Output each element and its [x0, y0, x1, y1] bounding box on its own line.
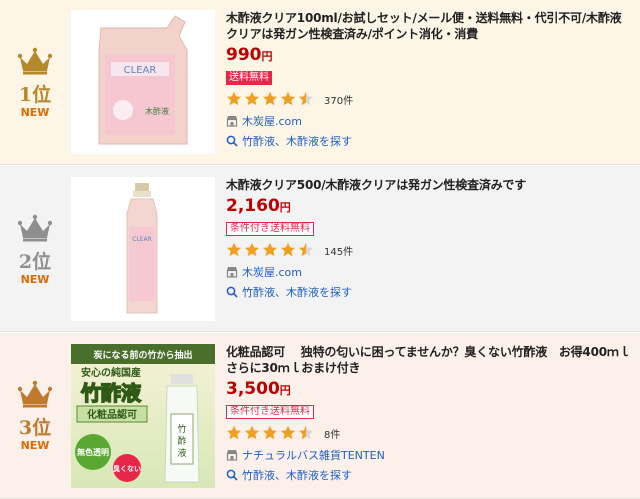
rating-row: 8件 [226, 424, 631, 442]
price-yen: 円 [261, 50, 273, 63]
shipping-badge: 条件付き送料無料 [226, 222, 314, 236]
search-icon [226, 135, 238, 147]
svg-text:竹: 竹 [177, 423, 186, 435]
gold-crown-icon [18, 47, 52, 75]
star-icon [244, 242, 260, 257]
svg-text:液: 液 [177, 447, 186, 459]
rating-row: 145件 [226, 241, 631, 259]
new-badge: NEW [20, 273, 50, 286]
shop-name-link[interactable]: 木炭屋.com [242, 113, 302, 129]
product-price: 990円 [226, 45, 631, 65]
search-icon [226, 286, 238, 298]
search-link[interactable]: 竹酢液、木酢液を探す [242, 467, 352, 483]
ranking-item: 3位 NEW 炭になる前の竹から抽出 安心の純国産 竹酢液 化粧品認可 竹 酢 … [0, 333, 640, 499]
image-text-product: 竹酢液 [80, 381, 142, 405]
star-icon [226, 242, 242, 257]
shop-name-link[interactable]: ナチュラルバス雑貨TENTEN [242, 447, 385, 463]
new-badge: NEW [20, 106, 50, 119]
rank-column: 1位 NEW [0, 0, 70, 164]
image-text-cosmetic: 化粧品認可 [87, 408, 137, 421]
review-count-link[interactable]: 145件 [324, 243, 353, 258]
ranking-list: 1位 NEW CLEAR 木酢液 木酢液クリア100ml/お試しセット/メール便… [0, 0, 640, 499]
ranking-item: 1位 NEW CLEAR 木酢液 木酢液クリア100ml/お試しセット/メール便… [0, 0, 640, 165]
shop-icon [226, 266, 238, 278]
image-text-origin: 安心の純国産 [81, 366, 141, 379]
price-value: 3,500 [226, 379, 280, 399]
rank-label: 1位 [18, 84, 52, 106]
search-link[interactable]: 竹酢液、木酢液を探す [242, 284, 352, 300]
bronze-crown-icon [18, 380, 52, 408]
search-row: 竹酢液、木酢液を探す [226, 284, 631, 299]
silver-crown-icon [18, 214, 52, 242]
rank-label: 3位 [18, 417, 52, 439]
star-icon [298, 91, 314, 106]
search-row: 竹酢液、木酢液を探す [226, 467, 631, 482]
star-icon [244, 91, 260, 106]
product-info: 化粧品認可 独特の匂いに困ってませんか？臭くない竹酢液 お得400ｍｌさらに30… [226, 344, 631, 482]
shop-row: 木炭屋.com [226, 113, 631, 128]
product-price: 3,500円 [226, 379, 631, 399]
rank-column: 3位 NEW [0, 333, 70, 498]
review-count-link[interactable]: 370件 [324, 92, 353, 107]
price-yen: 円 [279, 384, 291, 397]
product-image[interactable]: CLEAR 木酢液 [71, 10, 215, 154]
product-info: 木酢液クリア100ml/お試しセット/メール便・送料無料・代引不可/木酢液クリア… [226, 10, 631, 148]
product-price: 2,160円 [226, 196, 631, 216]
review-count-link[interactable]: 8件 [324, 426, 340, 441]
product-image[interactable]: CLEAR [71, 177, 215, 321]
image-text-clear: 無色透明 [77, 447, 109, 457]
image-text-odorless: 臭くない [113, 464, 141, 473]
shipping-badge: 送料無料 [226, 71, 272, 85]
rank-label: 2位 [18, 251, 52, 273]
star-rating [226, 242, 316, 258]
price-value: 990 [226, 45, 262, 65]
image-label-product: 木酢液 [145, 106, 169, 116]
star-icon [226, 425, 242, 440]
star-icon [262, 91, 278, 106]
rank-column: 2位 NEW [0, 166, 70, 331]
star-icon [262, 242, 278, 257]
product-title[interactable]: 木酢液クリア500/木酢液クリアは発ガン性検査済みです [226, 177, 631, 193]
price-yen: 円 [279, 201, 291, 214]
product-title[interactable]: 木酢液クリア100ml/お試しセット/メール便・送料無料・代引不可/木酢液クリア… [226, 10, 631, 42]
shipping-badge: 条件付き送料無料 [226, 405, 314, 419]
image-label-clear: CLEAR [132, 236, 152, 243]
product-info: 木酢液クリア500/木酢液クリアは発ガン性検査済みです 2,160円 条件付き送… [226, 177, 631, 299]
product-title[interactable]: 化粧品認可 独特の匂いに困ってませんか？臭くない竹酢液 お得400ｍｌさらに30… [226, 344, 631, 376]
star-rating [226, 91, 316, 107]
price-value: 2,160 [226, 196, 280, 216]
star-icon [298, 425, 314, 440]
new-badge: NEW [20, 439, 50, 452]
image-label-clear: CLEAR [124, 65, 157, 76]
star-rating [226, 425, 316, 441]
shop-row: 木炭屋.com [226, 264, 631, 279]
ranking-item: 2位 NEW CLEAR 木酢液クリア500/木酢液クリアは発ガン性検査済みです… [0, 166, 640, 332]
search-row: 竹酢液、木酢液を探す [226, 133, 631, 148]
product-image[interactable]: 炭になる前の竹から抽出 安心の純国産 竹酢液 化粧品認可 竹 酢 液 無色透明 … [71, 344, 215, 488]
star-icon [244, 425, 260, 440]
shop-name-link[interactable]: 木炭屋.com [242, 264, 302, 280]
star-icon [262, 425, 278, 440]
star-icon [226, 91, 242, 106]
shop-row: ナチュラルバス雑貨TENTEN [226, 447, 631, 462]
star-icon [280, 91, 296, 106]
search-link[interactable]: 竹酢液、木酢液を探す [242, 133, 352, 149]
svg-text:酢: 酢 [177, 435, 186, 447]
shop-icon [226, 449, 238, 461]
image-text-headline: 炭になる前の竹から抽出 [93, 349, 192, 361]
rating-row: 370件 [226, 90, 631, 108]
search-icon [226, 469, 238, 481]
star-icon [280, 242, 296, 257]
star-icon [298, 242, 314, 257]
shop-icon [226, 115, 238, 127]
star-icon [280, 425, 296, 440]
